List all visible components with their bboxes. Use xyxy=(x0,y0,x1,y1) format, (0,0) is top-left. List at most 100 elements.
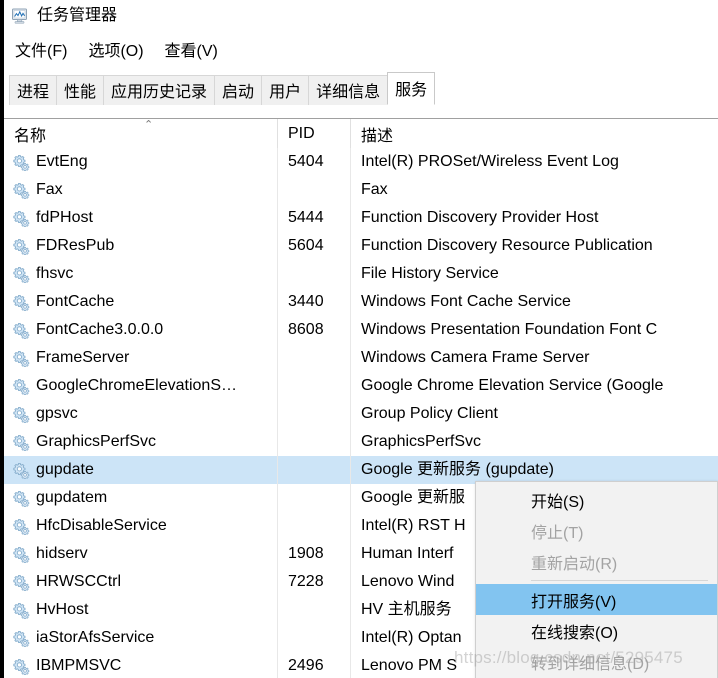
service-gear-icon xyxy=(12,378,30,395)
service-name-label: gupdatem xyxy=(36,489,108,506)
table-row[interactable]: FontCache 3440 Windows Font Cache Service xyxy=(4,288,718,316)
description-label: Windows Camera Frame Server xyxy=(361,349,590,366)
table-row[interactable]: FDResPub 5604 Function Discovery Resource … xyxy=(4,232,718,260)
cell-pid: 2496 xyxy=(277,652,350,678)
description-label: Intel(R) Optan xyxy=(361,629,462,646)
cell-pid xyxy=(277,260,350,288)
cell-service-name: gpsvc xyxy=(4,406,277,423)
description-label: Windows Presentation Foundation Font C xyxy=(361,321,658,338)
description-label: Human Interf xyxy=(361,545,454,562)
tab-services[interactable]: 服务 xyxy=(387,72,436,105)
cell-pid: 5444 xyxy=(277,204,350,232)
table-row[interactable]: Fax Fax xyxy=(4,176,718,204)
cell-description: Windows Font Cache Service xyxy=(350,288,718,316)
table-row[interactable]: FrameServer Windows Camera Frame Server xyxy=(4,344,718,372)
pid-label: 3440 xyxy=(288,293,324,310)
service-context-menu[interactable]: 开始(S) 停止(T) 重新启动(R) 打开服务(V) 在线搜索(O) 转到详细信息(D) xyxy=(475,481,718,678)
cell-service-name: fhsvc xyxy=(4,266,277,283)
cell-service-name: HRWSCCtrl xyxy=(4,574,277,591)
cell-service-name: fdPHost xyxy=(4,210,277,227)
context-menu-item[interactable]: 开始(S) xyxy=(476,484,717,515)
pid-label: 8608 xyxy=(288,321,324,338)
cell-description: Google 更新服务 (gupdate) xyxy=(350,456,718,484)
description-label: File History Service xyxy=(361,265,499,282)
pid-label: 5404 xyxy=(288,153,324,170)
menu-file[interactable]: 文件(F) xyxy=(13,36,69,62)
cell-pid xyxy=(277,176,350,204)
cell-pid: 5604 xyxy=(277,232,350,260)
service-gear-icon xyxy=(12,154,30,171)
context-menu-item: 转到详细信息(D) xyxy=(531,655,650,673)
service-gear-icon xyxy=(12,658,30,675)
table-row[interactable]: gpsvc Group Policy Client xyxy=(4,400,718,428)
tab-processes[interactable]: 进程 xyxy=(9,75,58,105)
description-label: HV 主机服务 xyxy=(361,601,452,618)
tab-details[interactable]: 详细信息 xyxy=(308,75,389,105)
column-header-description[interactable]: 描述 xyxy=(350,119,718,148)
table-row[interactable]: fdPHost 5444 Function Discovery Provider H… xyxy=(4,204,718,232)
menu-options[interactable]: 选项(O) xyxy=(86,36,145,62)
tab-performance[interactable]: 性能 xyxy=(56,75,105,105)
service-gear-icon xyxy=(12,322,30,339)
cell-pid: 5404 xyxy=(277,148,350,176)
description-label: GraphicsPerfSvc xyxy=(361,433,482,450)
tab-startup[interactable]: 启动 xyxy=(214,75,263,105)
column-header-name[interactable]: 名称 ⌃ xyxy=(4,119,277,148)
table-row[interactable]: GraphicsPerfSvc GraphicsPerfSvc xyxy=(4,428,718,456)
cell-pid xyxy=(277,512,350,540)
cell-service-name: gupdate xyxy=(4,462,277,479)
description-label: Fax xyxy=(361,181,388,198)
cell-description: GraphicsPerfSvc xyxy=(350,428,718,456)
pid-label: 7228 xyxy=(288,573,324,590)
window-title: 任务管理器 xyxy=(37,7,118,24)
table-row[interactable]: EvtEng 5404 Intel(R) PROSet/Wireless Event… xyxy=(4,148,718,176)
service-gear-icon xyxy=(12,602,30,619)
table-row[interactable]: fhsvc File History Service xyxy=(4,260,718,288)
cell-service-name: Fax xyxy=(4,182,277,199)
pid-label: 1908 xyxy=(288,545,324,562)
table-row[interactable]: GoogleChromeElevationS… Google Chrome Ele… xyxy=(4,372,718,400)
cell-service-name: GoogleChromeElevationS… xyxy=(4,378,277,395)
tab-users[interactable]: 用户 xyxy=(261,75,310,105)
service-name-label: FDResPub xyxy=(36,237,115,254)
service-name-label: fhsvc xyxy=(36,265,74,282)
service-gear-icon xyxy=(12,630,30,647)
context-menu-item[interactable]: 在线搜索(O) xyxy=(476,615,717,646)
service-name-label: GraphicsPerfSvc xyxy=(36,433,157,450)
cell-description: Fax xyxy=(350,176,718,204)
service-gear-icon xyxy=(12,406,30,423)
cell-pid: 1908 xyxy=(277,540,350,568)
service-name-label: GoogleChromeElevationS… xyxy=(36,377,237,394)
tab-strip: 进程 性能 应用历史记录 启动 用户 详细信息 服务 xyxy=(4,70,718,106)
tab-app-history[interactable]: 应用历史记录 xyxy=(103,75,216,105)
service-name-label: HRWSCCtrl xyxy=(36,573,122,590)
description-label: Intel(R) RST H xyxy=(361,517,466,534)
pid-label: 5604 xyxy=(288,237,324,254)
cell-service-name: HfcDisableService xyxy=(4,518,277,535)
cell-service-name: FrameServer xyxy=(4,350,277,367)
table-row[interactable]: gupdate Google 更新服务 (gupdate) xyxy=(4,456,718,484)
cell-pid xyxy=(277,400,350,428)
table-row[interactable]: FontCache3.0.0.0 8608 Windows Presentation… xyxy=(4,316,718,344)
service-gear-icon xyxy=(12,434,30,451)
service-gear-icon xyxy=(12,350,30,367)
column-header-pid[interactable]: PID xyxy=(277,119,350,148)
task-manager-icon xyxy=(11,7,30,26)
service-name-label: hidserv xyxy=(36,545,88,562)
cell-service-name: FDResPub xyxy=(4,238,277,255)
context-menu-separator xyxy=(531,580,708,581)
service-gear-icon xyxy=(12,546,30,563)
cell-description: Intel(R) PROSet/Wireless Event Log xyxy=(350,148,718,176)
cell-description: Windows Presentation Foundation Font C xyxy=(350,316,718,344)
cell-pid: 3440 xyxy=(277,288,350,316)
cell-pid: 7228 xyxy=(277,568,350,596)
task-manager-window: 任务管理器 文件(F) 选项(O) 查看(V) 进程 性能 应用历史记录 启动 … xyxy=(0,0,718,678)
cell-service-name: hidserv xyxy=(4,546,277,563)
cell-service-name: IBMPMSVC xyxy=(4,658,277,675)
service-name-label: FrameServer xyxy=(36,349,130,366)
service-gear-icon xyxy=(12,574,30,591)
description-label: Lenovo PM S xyxy=(361,657,458,674)
service-name-label: iaStorAfsService xyxy=(36,629,155,646)
context-menu-item[interactable]: 打开服务(V) xyxy=(476,584,717,615)
menu-view[interactable]: 查看(V) xyxy=(163,36,220,62)
